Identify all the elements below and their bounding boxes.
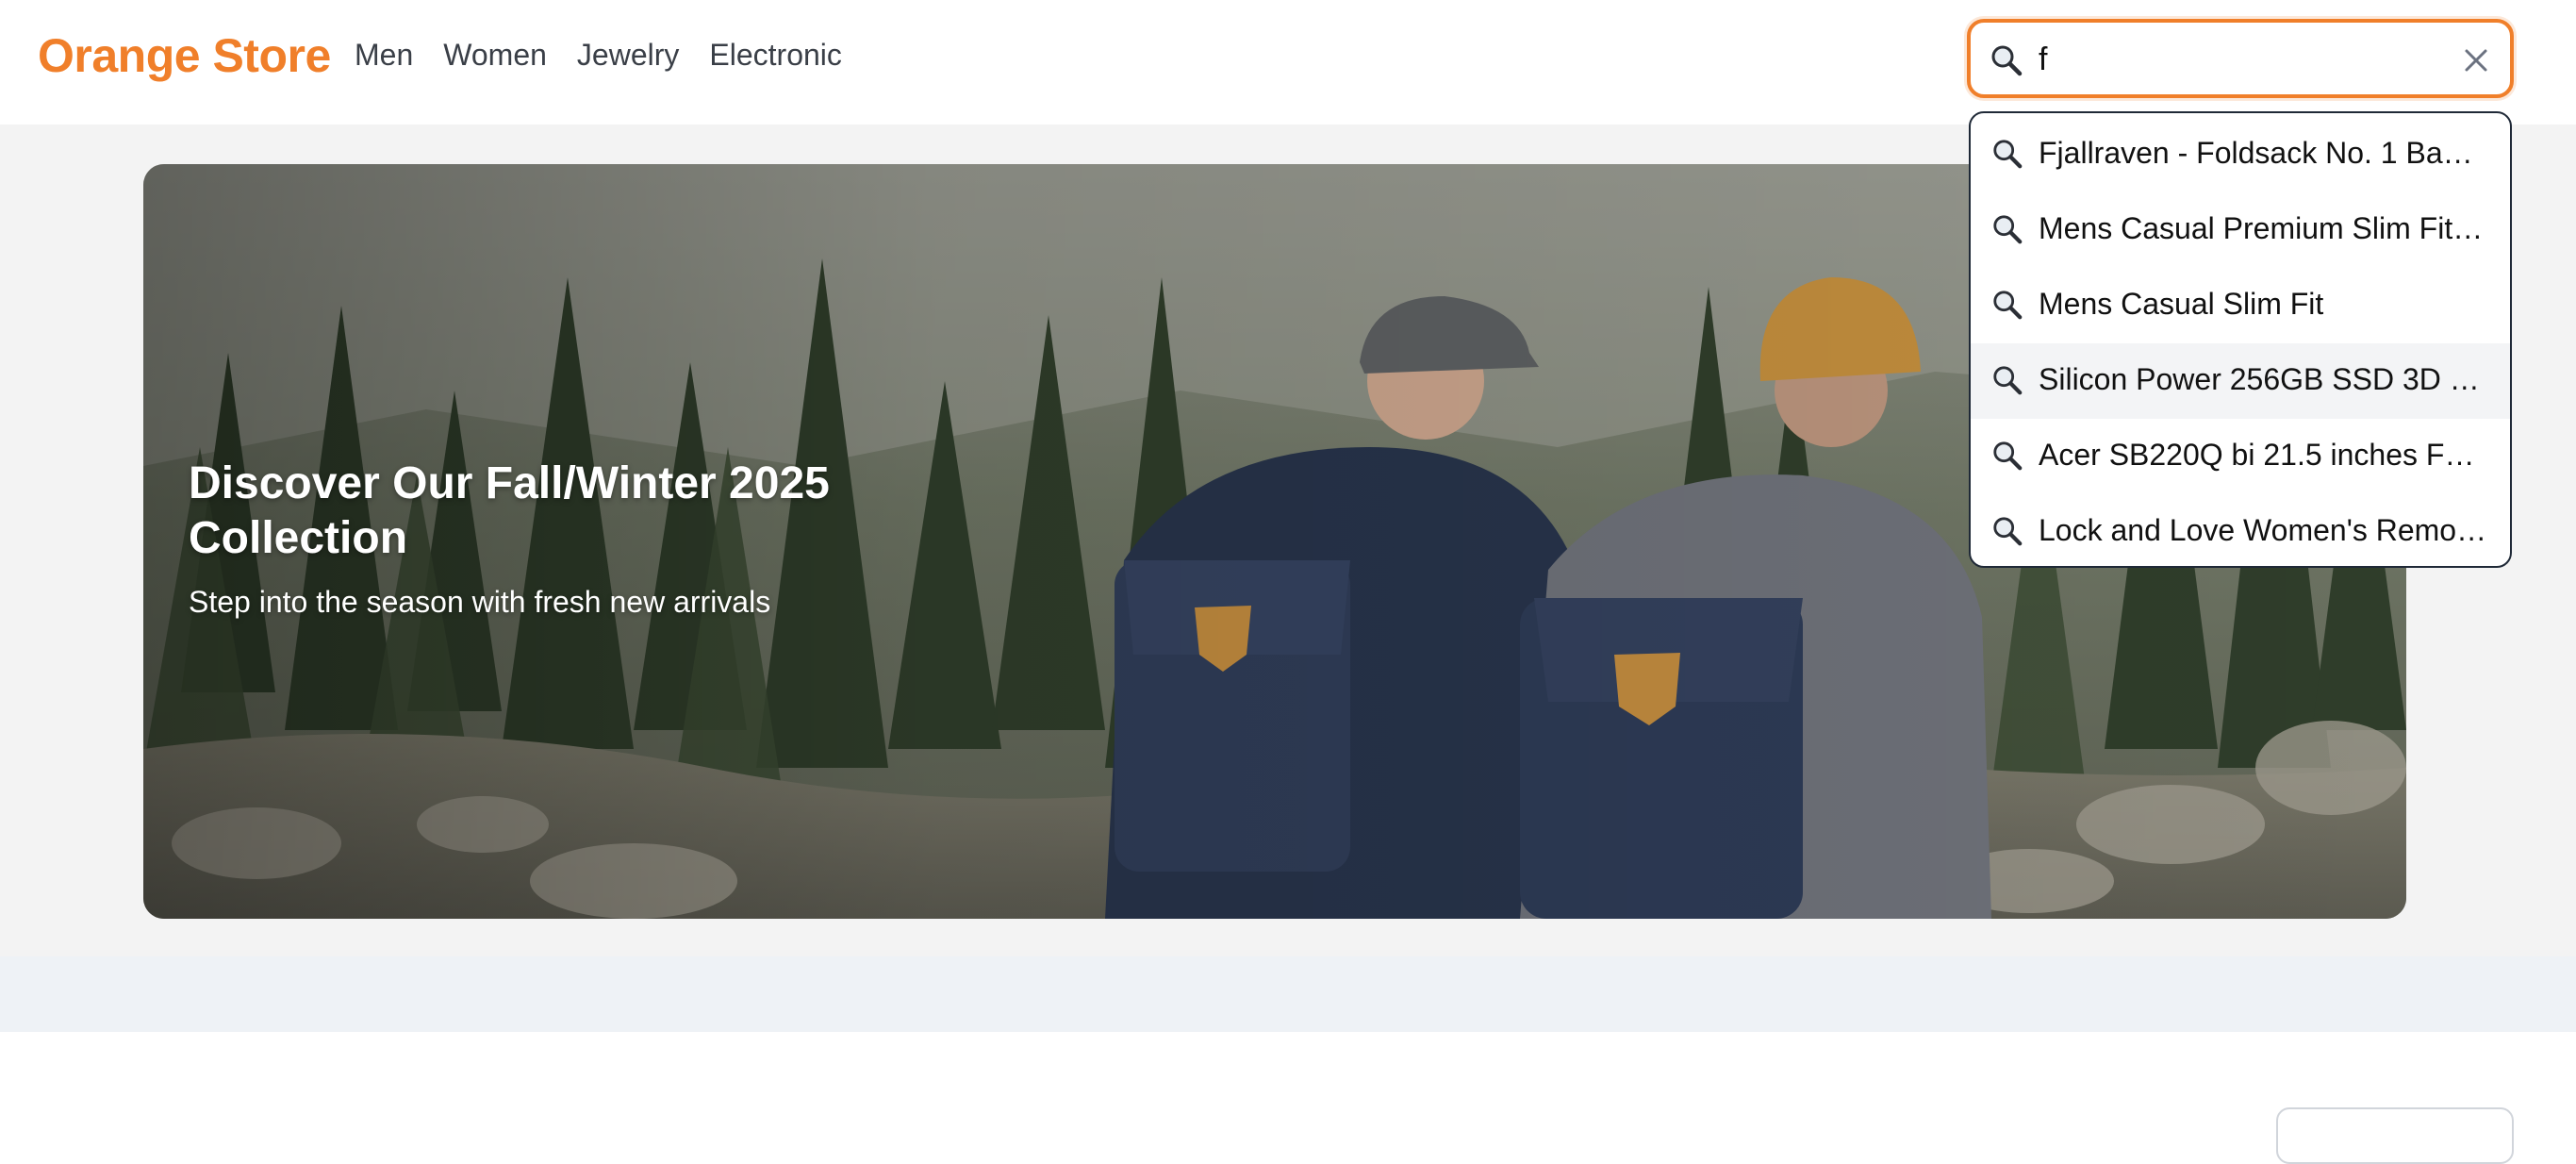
search-box: [1967, 19, 2514, 98]
search-icon: [1991, 213, 2023, 245]
hero-subtitle: Step into the season with fresh new arri…: [189, 585, 771, 619]
main-nav: Men Women Jewelry Electronic: [355, 38, 842, 73]
search-icon: [1991, 289, 2023, 321]
nav-link-jewelry[interactable]: Jewelry: [577, 38, 679, 73]
search-icon: [1991, 515, 2023, 547]
suggestion-label: Mens Casual Premium Slim Fit…: [2039, 211, 2484, 245]
nav-link-electronic[interactable]: Electronic: [709, 38, 842, 73]
suggestion-label: Silicon Power 256GB SSD 3D …: [2039, 362, 2480, 396]
suggestion-label: Mens Casual Slim Fit: [2039, 287, 2324, 321]
top-header: Orange Store Men Women Jewelry Electroni…: [0, 0, 2576, 125]
search-icon: [1991, 440, 2023, 472]
partial-button[interactable]: [2276, 1107, 2514, 1164]
search-icon: [1991, 364, 2023, 396]
suggestion-item[interactable]: Mens Casual Slim Fit: [1971, 268, 2510, 343]
hero-title: Discover Our Fall/Winter 2025 Collection: [189, 458, 830, 563]
suggestion-label: Lock and Love Women's Remo…: [2039, 513, 2487, 547]
section-divider-band: [0, 956, 2576, 1032]
suggestion-item[interactable]: Mens Casual Premium Slim Fit…: [1971, 192, 2510, 268]
search-icon: [1991, 138, 2023, 170]
suggestion-label: Acer SB220Q bi 21.5 inches F…: [2039, 438, 2475, 472]
brand-logo[interactable]: Orange Store: [38, 28, 331, 83]
suggestion-item[interactable]: Lock and Love Women's Remo…: [1971, 494, 2510, 566]
suggestion-item-highlighted[interactable]: Silicon Power 256GB SSD 3D …: [1971, 343, 2510, 419]
search-suggestions: Fjallraven - Foldsack No. 1 Ba… Mens Cas…: [1969, 111, 2512, 568]
nav-link-women[interactable]: Women: [443, 38, 547, 73]
content-area: [0, 1032, 2576, 1122]
suggestion-item[interactable]: Acer SB220Q bi 21.5 inches F…: [1971, 419, 2510, 494]
suggestion-label: Fjallraven - Foldsack No. 1 Ba…: [2039, 136, 2473, 170]
nav-link-men[interactable]: Men: [355, 38, 413, 73]
suggestion-item[interactable]: Fjallraven - Foldsack No. 1 Ba…: [1971, 117, 2510, 192]
search-input[interactable]: [2039, 36, 2435, 83]
search-icon: [1990, 43, 2023, 77]
close-icon[interactable]: [2459, 43, 2493, 77]
